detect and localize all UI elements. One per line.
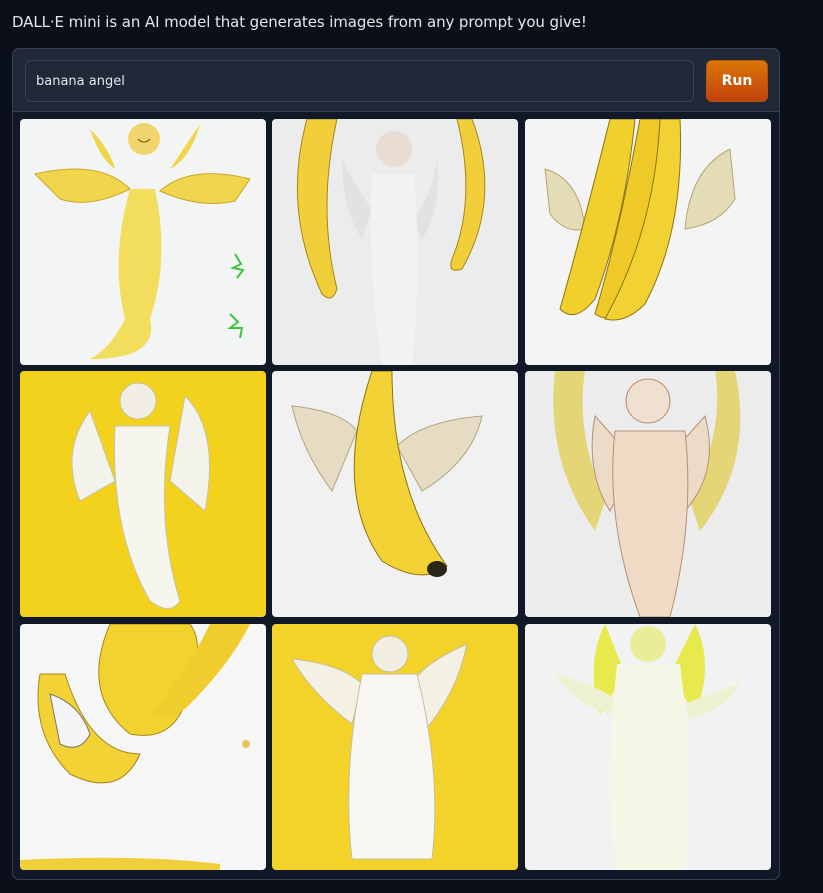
generated-image (525, 624, 771, 870)
app-description: DALL·E mini is an AI model that generate… (12, 13, 587, 31)
generated-image (525, 371, 771, 617)
generated-image (20, 119, 266, 365)
generated-image (525, 119, 771, 365)
gallery-image-1[interactable] (20, 119, 266, 365)
gallery-image-2[interactable] (272, 119, 518, 365)
generated-image (20, 371, 266, 617)
gallery-image-8[interactable] (272, 624, 518, 870)
gallery-image-4[interactable] (20, 371, 266, 617)
generated-image (272, 119, 518, 365)
generated-image (272, 371, 518, 617)
gallery-image-9[interactable] (525, 624, 771, 870)
prompt-input[interactable] (25, 60, 694, 102)
generated-image (20, 624, 266, 870)
generated-image (272, 624, 518, 870)
gallery-image-6[interactable] (525, 371, 771, 617)
gallery-image-7[interactable] (20, 624, 266, 870)
gallery-image-3[interactable] (525, 119, 771, 365)
image-gallery (13, 111, 779, 879)
generator-panel: Run (12, 48, 780, 880)
gallery-image-5[interactable] (272, 371, 518, 617)
run-button[interactable]: Run (706, 60, 768, 102)
